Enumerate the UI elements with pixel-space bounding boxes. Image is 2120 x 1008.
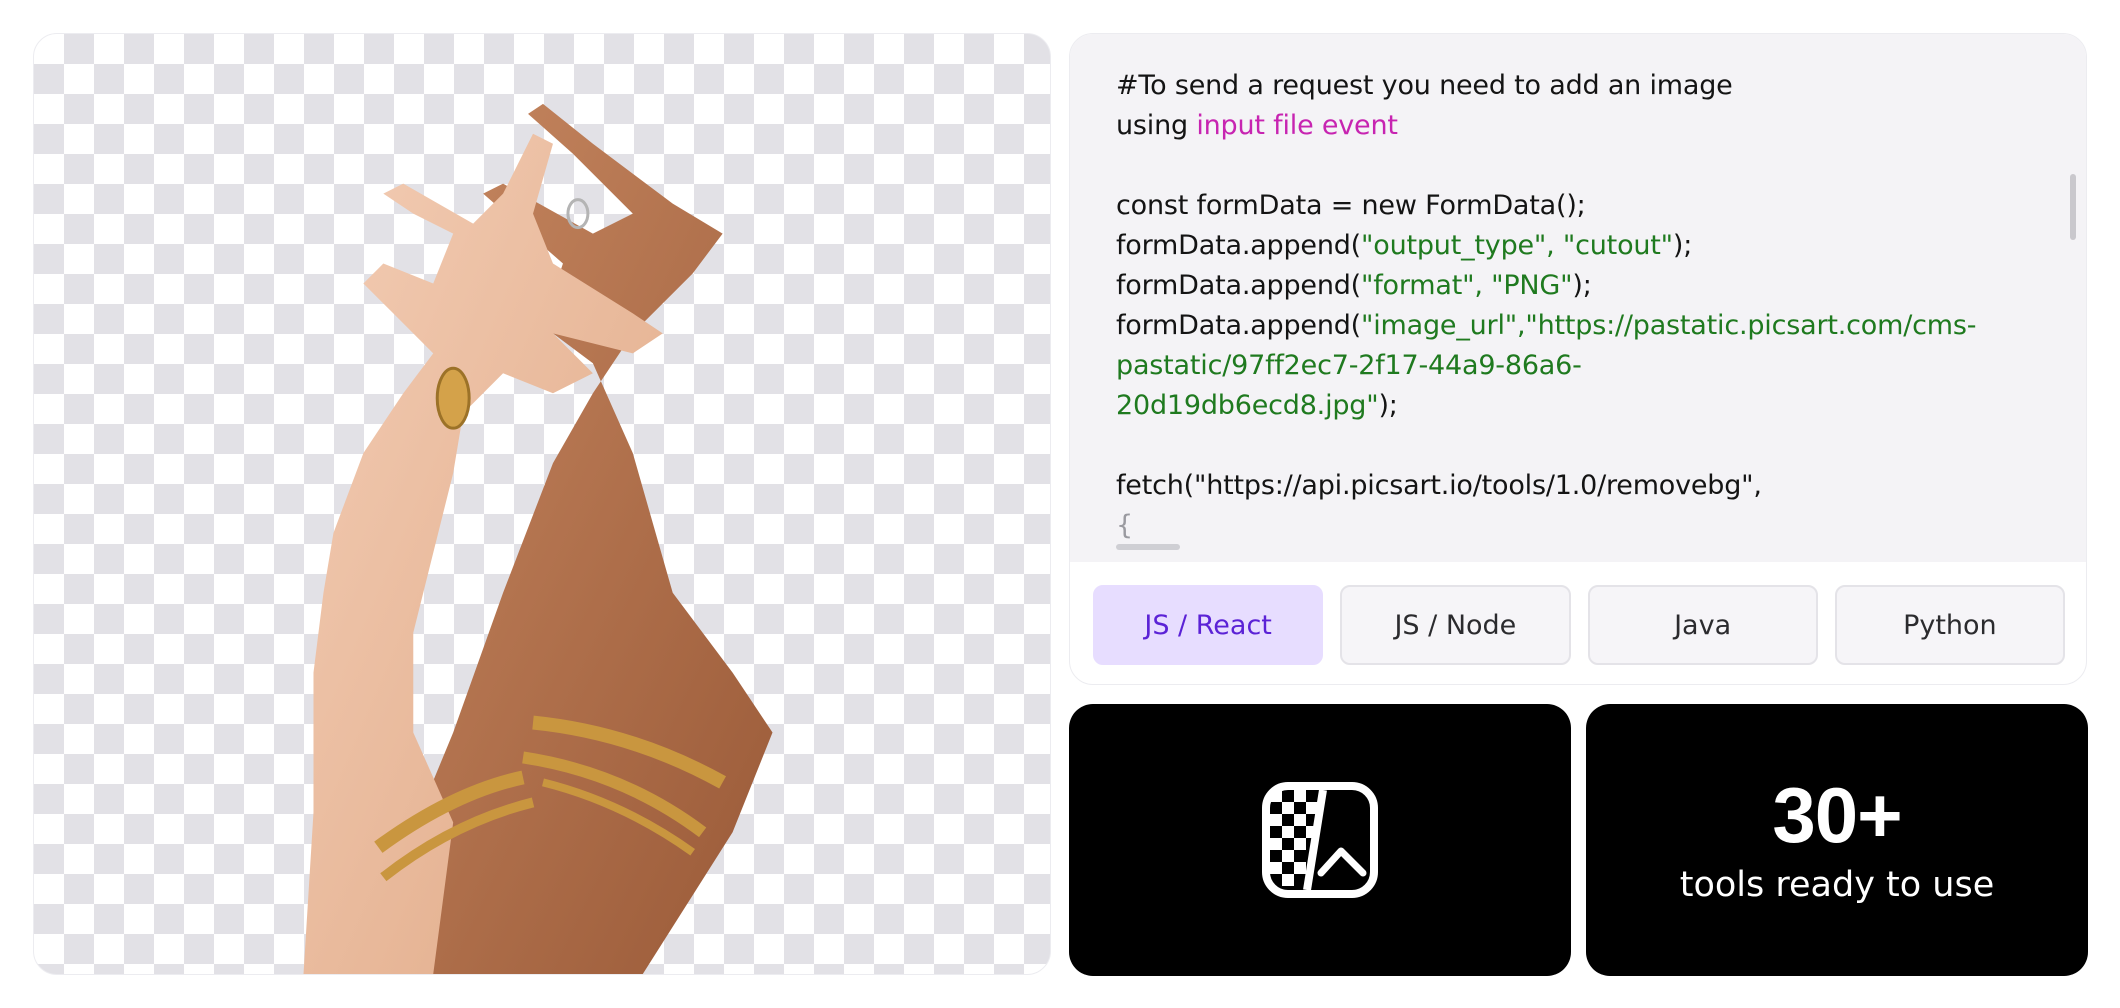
code-line: formData.append("format", "PNG"); bbox=[1116, 266, 2016, 306]
tab-python[interactable]: Python bbox=[1834, 585, 2065, 665]
code-line: formData.append("image_url","https://pas… bbox=[1116, 306, 2016, 346]
tools-caption: tools ready to use bbox=[1679, 865, 1995, 905]
code-token: "output_type", "cutout" bbox=[1361, 230, 1673, 261]
horizontal-scrollbar[interactable] bbox=[1116, 544, 1180, 550]
code-line: pastatic/97ff2ec7-2f17-44a9-86a6- bbox=[1116, 346, 2016, 386]
code-token: using bbox=[1116, 110, 1197, 141]
tab-js-node[interactable]: JS / Node bbox=[1340, 585, 1571, 665]
code-token: ); bbox=[1378, 390, 1398, 421]
image-preview bbox=[33, 33, 1051, 975]
code-sample[interactable]: #To send a request you need to add an im… bbox=[1070, 34, 2086, 562]
code-line: #To send a request you need to add an im… bbox=[1116, 66, 2016, 106]
language-tabs: JS / React JS / Node Java Python bbox=[1093, 585, 2065, 665]
hands-cutout-image bbox=[303, 103, 773, 974]
code-token: fetch("https://api.picsart.io/tools/1.0/… bbox=[1116, 470, 1762, 501]
code-token: const formData = new FormData(); bbox=[1116, 190, 1586, 221]
code-token: formData.append( bbox=[1116, 310, 1362, 341]
code-token: #To send a request you need to add an im… bbox=[1116, 70, 1733, 101]
code-line: const formData = new FormData(); bbox=[1116, 186, 2016, 226]
code-token: "image_url","https://pastatic.picsart.co… bbox=[1361, 310, 1977, 341]
code-text: #To send a request you need to add an im… bbox=[1116, 66, 2016, 546]
code-token: "format", "PNG" bbox=[1361, 270, 1573, 301]
vertical-scrollbar[interactable] bbox=[2070, 174, 2076, 240]
code-token: ); bbox=[1572, 270, 1592, 301]
tools-count: 30+ bbox=[1772, 771, 1902, 859]
code-line: using input file event bbox=[1116, 106, 2016, 146]
code-token: formData.append( bbox=[1116, 270, 1362, 301]
tab-java[interactable]: Java bbox=[1587, 585, 1818, 665]
code-line: 20d19db6ecd8.jpg"); bbox=[1116, 386, 2016, 426]
code-line: { bbox=[1116, 506, 2016, 546]
code-token: 20d19db6ecd8.jpg" bbox=[1116, 390, 1379, 421]
code-line: fetch("https://api.picsart.io/tools/1.0/… bbox=[1116, 466, 2016, 506]
code-line: formData.append("output_type", "cutout")… bbox=[1116, 226, 2016, 266]
background-remover-card[interactable] bbox=[1069, 704, 1571, 976]
code-token: formData.append( bbox=[1116, 230, 1362, 261]
code-token: ); bbox=[1672, 230, 1693, 261]
tab-js-react[interactable]: JS / React bbox=[1093, 585, 1324, 665]
background-remover-icon bbox=[1262, 782, 1378, 898]
code-panel: #To send a request you need to add an im… bbox=[1069, 33, 2087, 685]
tools-count-card: 30+ tools ready to use bbox=[1586, 704, 2088, 976]
code-token: { bbox=[1116, 510, 1133, 541]
code-token: pastatic/97ff2ec7-2f17-44a9-86a6- bbox=[1116, 350, 1582, 381]
input-file-event-link[interactable]: input file event bbox=[1196, 110, 1398, 141]
